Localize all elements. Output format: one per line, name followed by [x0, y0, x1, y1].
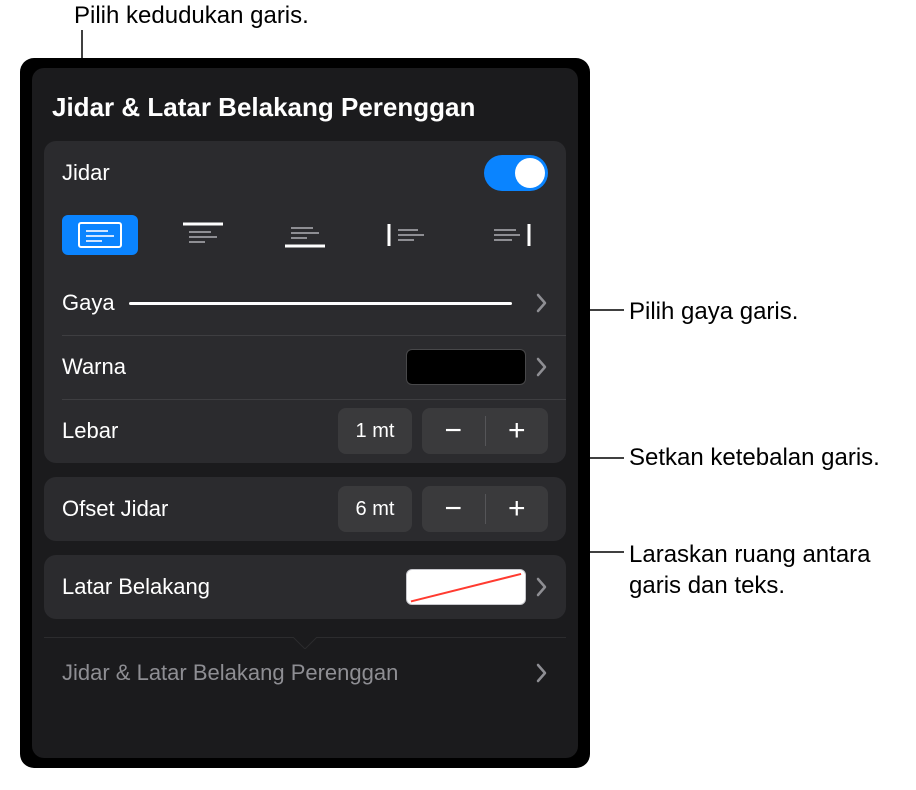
position-left[interactable]	[370, 215, 446, 255]
offset-label: Ofset Jidar	[62, 496, 168, 522]
style-label: Gaya	[62, 290, 115, 316]
offset-stepper: − +	[422, 486, 548, 532]
background-label: Latar Belakang	[62, 574, 210, 600]
offset-row: Ofset Jidar 6 mt − +	[44, 477, 566, 541]
chevron-right-icon	[536, 577, 548, 597]
position-top[interactable]	[165, 215, 241, 255]
top-border-icon	[181, 222, 225, 248]
background-group: Latar Belakang	[44, 555, 566, 619]
background-swatch	[406, 569, 526, 605]
settings-panel: Jidar & Latar Belakang Perenggan Jidar	[20, 58, 590, 768]
offset-increment[interactable]: +	[486, 486, 549, 532]
style-preview	[129, 302, 512, 305]
color-label: Warna	[62, 354, 126, 380]
border-group: Jidar	[44, 141, 566, 463]
width-value[interactable]: 1 mt	[338, 408, 412, 454]
offset-group: Ofset Jidar 6 mt − +	[44, 477, 566, 541]
width-row: Lebar 1 mt − +	[44, 399, 566, 463]
chevron-right-icon	[536, 293, 548, 313]
width-decrement[interactable]: −	[422, 408, 485, 454]
offset-value[interactable]: 6 mt	[338, 486, 412, 532]
border-toggle-row: Jidar	[44, 141, 566, 205]
border-position-segmented	[44, 205, 566, 271]
width-label: Lebar	[62, 418, 118, 444]
panel-title: Jidar & Latar Belakang Perenggan	[32, 86, 578, 141]
color-swatch	[406, 349, 526, 385]
position-right[interactable]	[472, 215, 548, 255]
bottom-border-icon	[283, 222, 327, 248]
parent-row-label: Jidar & Latar Belakang Perenggan	[62, 660, 398, 686]
popover-notch-icon	[293, 637, 317, 649]
width-stepper: − +	[422, 408, 548, 454]
position-outline[interactable]	[62, 215, 138, 255]
outline-icon	[78, 222, 122, 248]
color-row[interactable]: Warna	[44, 335, 566, 399]
right-border-icon	[488, 222, 532, 248]
style-row[interactable]: Gaya	[44, 271, 566, 335]
chevron-right-icon	[536, 357, 548, 377]
border-toggle-label: Jidar	[62, 160, 110, 186]
offset-decrement[interactable]: −	[422, 486, 485, 532]
position-bottom[interactable]	[267, 215, 343, 255]
width-increment[interactable]: +	[486, 408, 549, 454]
left-border-icon	[386, 222, 430, 248]
border-toggle[interactable]	[484, 155, 548, 191]
none-icon	[407, 570, 525, 605]
parent-row[interactable]: Jidar & Latar Belakang Perenggan	[44, 637, 566, 693]
background-row[interactable]: Latar Belakang	[44, 555, 566, 619]
chevron-right-icon	[536, 663, 548, 683]
